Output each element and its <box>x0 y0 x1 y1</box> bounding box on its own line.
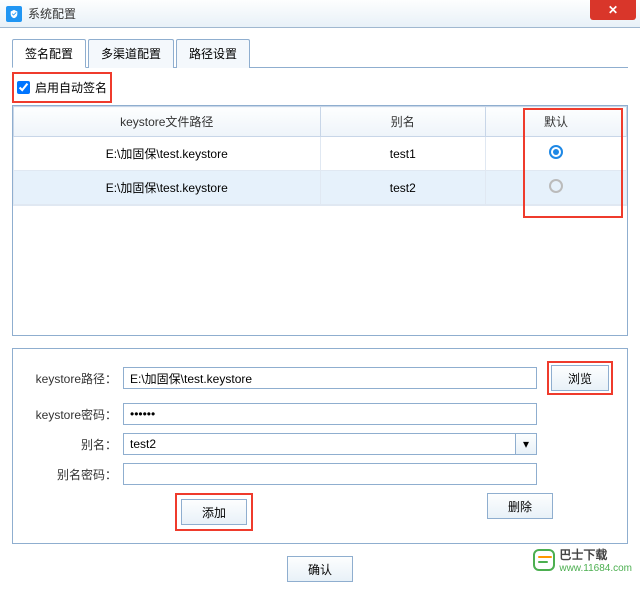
watermark-icon <box>533 549 555 571</box>
auto-sign-label: 启用自动签名 <box>35 79 107 96</box>
table-empty-area <box>13 205 627 335</box>
radio-default-icon[interactable] <box>549 145 563 159</box>
title-bar: 系统配置 ✕ <box>0 0 640 28</box>
cell-alias: test2 <box>320 171 486 205</box>
keystore-table: keystore文件路径 别名 默认 E:\加固保\test.keystore … <box>12 105 628 336</box>
watermark-url: www.11684.com <box>559 563 632 574</box>
watermark-text: 巴士下载 <box>559 546 632 563</box>
alias-select-input[interactable] <box>123 433 515 455</box>
label-keystore-path: keystore路径： <box>27 370 123 387</box>
cell-default[interactable] <box>486 137 627 171</box>
label-keystore-pwd: keystore密码： <box>27 406 123 423</box>
auto-sign-checkbox[interactable] <box>17 81 30 94</box>
table-header-row: keystore文件路径 别名 默认 <box>14 107 627 137</box>
tab-multichannel[interactable]: 多渠道配置 <box>88 39 174 68</box>
label-alias: 别名： <box>27 436 123 453</box>
cell-path: E:\加固保\test.keystore <box>14 137 321 171</box>
label-alias-pwd: 别名密码： <box>27 466 123 483</box>
keystore-pwd-input[interactable] <box>123 403 537 425</box>
close-button[interactable]: ✕ <box>590 0 636 20</box>
table-row[interactable]: E:\加固保\test.keystore test1 <box>14 137 627 171</box>
alias-pwd-input[interactable] <box>123 463 537 485</box>
radio-default-icon[interactable] <box>549 179 563 193</box>
browse-button[interactable]: 浏览 <box>551 365 609 391</box>
alias-dropdown-button[interactable]: ▾ <box>515 433 537 455</box>
tab-sign-config[interactable]: 签名配置 <box>12 39 86 68</box>
cell-alias: test1 <box>320 137 486 171</box>
app-icon <box>6 6 22 22</box>
delete-button[interactable]: 删除 <box>487 493 553 519</box>
add-button[interactable]: 添加 <box>181 499 247 525</box>
table-row[interactable]: E:\加固保\test.keystore test2 <box>14 171 627 205</box>
cell-default[interactable] <box>486 171 627 205</box>
watermark: 巴士下载 www.11684.com <box>533 546 632 574</box>
cell-path: E:\加固保\test.keystore <box>14 171 321 205</box>
keystore-form: keystore路径： 浏览 keystore密码： 别名： ▾ 别名密码： <box>12 348 628 544</box>
tab-path-settings[interactable]: 路径设置 <box>176 39 250 68</box>
chevron-down-icon: ▾ <box>523 437 529 451</box>
window-title: 系统配置 <box>28 5 76 22</box>
close-icon: ✕ <box>608 3 618 17</box>
col-alias: 别名 <box>320 107 486 137</box>
keystore-path-input[interactable] <box>123 367 537 389</box>
col-default: 默认 <box>486 107 627 137</box>
col-path: keystore文件路径 <box>14 107 321 137</box>
tab-bar: 签名配置 多渠道配置 路径设置 <box>12 38 628 68</box>
confirm-button[interactable]: 确认 <box>287 556 353 582</box>
